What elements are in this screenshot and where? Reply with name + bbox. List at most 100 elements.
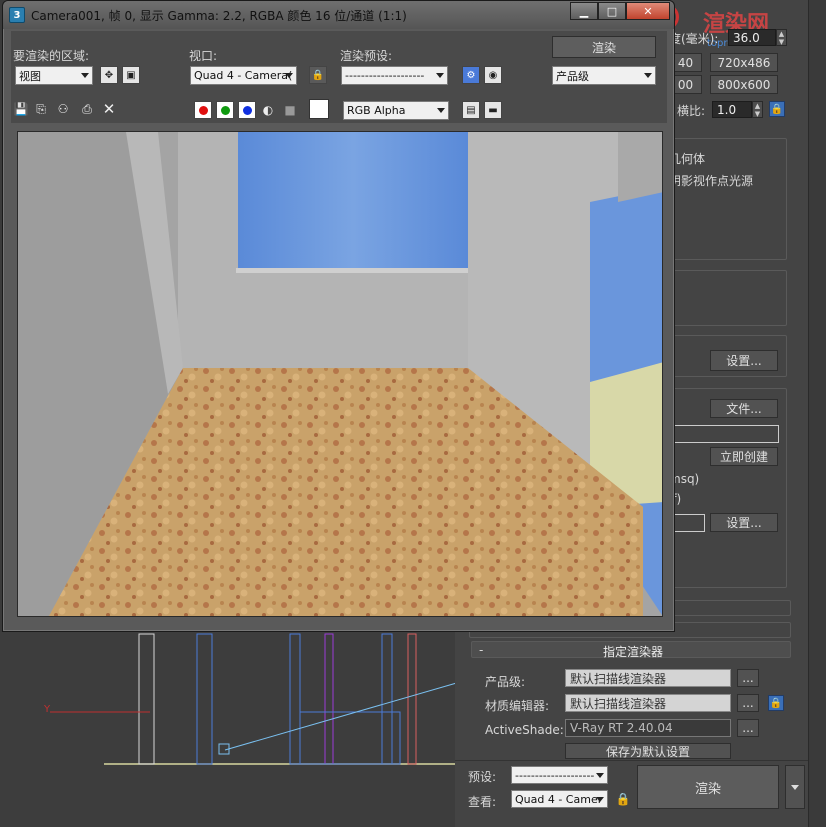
- maximize-button[interactable]: □: [598, 2, 626, 20]
- column-red: [407, 633, 417, 765]
- resolution-preset-button-2[interactable]: 720x486: [710, 53, 778, 72]
- create-now-button[interactable]: 立即创建: [710, 447, 778, 466]
- aspect-lock-icon[interactable]: 🔒: [769, 101, 785, 117]
- viewport-background: Y: [0, 632, 470, 827]
- material-editor-label: 材质编辑器:: [485, 699, 550, 713]
- panel-scrollbar[interactable]: [808, 0, 826, 827]
- production-level-dropdown[interactable]: 产品级: [552, 66, 656, 85]
- room-render: [18, 132, 662, 616]
- assign-renderer-title: 指定渲染器: [603, 645, 664, 659]
- production-renderer-field: 默认扫描线渲染器: [565, 669, 731, 687]
- red-channel-toggle[interactable]: [194, 101, 212, 119]
- render-button-main[interactable]: 渲染: [637, 765, 779, 809]
- setup-button-1[interactable]: 设置...: [710, 350, 778, 371]
- render-button[interactable]: 渲染: [552, 36, 656, 58]
- render-setup-icon[interactable]: ⚙: [462, 66, 480, 84]
- column-right: [381, 633, 393, 765]
- green-channel-icon: [220, 105, 230, 115]
- right-wall-edge: [618, 132, 662, 202]
- setup-button-2[interactable]: 设置...: [710, 513, 778, 532]
- save-image-icon[interactable]: 💾: [13, 101, 29, 117]
- chevron-down-icon: [596, 797, 604, 802]
- toggle-ui-icon[interactable]: ▬: [484, 101, 502, 119]
- 3dsmax-logo-icon: 3: [9, 7, 25, 23]
- material-editor-choose-button[interactable]: ...: [737, 694, 759, 712]
- material-editor-lock-icon[interactable]: 🔒: [768, 695, 784, 711]
- chevron-down-icon: [791, 784, 799, 790]
- activeshade-renderer-field: V-Ray RT 2.40.04: [565, 719, 731, 737]
- column-left: [196, 633, 213, 765]
- view-label: 查看:: [468, 795, 497, 809]
- option-shadows-point-light[interactable]: 阴影视作点光源: [669, 172, 753, 189]
- render-options-dropdown[interactable]: [785, 765, 805, 809]
- output-group: [669, 388, 787, 588]
- format-field[interactable]: [671, 514, 705, 532]
- aspect-label: 横比:: [677, 104, 706, 118]
- environment-icon[interactable]: ◉: [484, 66, 502, 84]
- window-titlebar[interactable]: 3 Camera001, 帧 0, 显示 Gamma: 2.2, RGBA 颜色…: [3, 1, 674, 29]
- minimize-button[interactable]: ▁: [570, 2, 598, 20]
- viewport-wireframe: Y: [43, 633, 470, 765]
- area-to-render-label: 要渲染的区域:: [13, 49, 90, 63]
- aspect-input[interactable]: 1.0: [712, 101, 752, 118]
- rendered-image: [17, 131, 663, 617]
- monochrome-icon[interactable]: ■: [282, 102, 298, 118]
- print-image-icon[interactable]: ⎙: [79, 101, 95, 117]
- preset-dropdown-value: --------------------: [515, 768, 595, 782]
- alpha-channel-icon[interactable]: ◐: [260, 102, 276, 118]
- production-renderer-choose-button[interactable]: ...: [737, 669, 759, 687]
- production-renderer-label: 产品级:: [485, 675, 526, 689]
- area-to-render-value: 视图: [19, 69, 41, 83]
- view-lock-icon[interactable]: 🔒: [615, 791, 631, 807]
- red-channel-icon: [198, 105, 208, 115]
- toggle-ui-overlay-icon[interactable]: ▤: [462, 101, 480, 119]
- clear-image-icon[interactable]: ✕: [101, 100, 117, 118]
- viewport-lock-icon[interactable]: 🔒: [309, 66, 327, 84]
- group-box-2: [669, 270, 787, 326]
- viewport-value: Quad 4 - Camera(: [194, 69, 293, 82]
- channel-value: RGB Alpha: [347, 104, 406, 117]
- aperture-label: 度(毫米):: [669, 32, 719, 46]
- axis-y-label: Y: [43, 704, 51, 715]
- close-button[interactable]: ✕: [626, 2, 670, 20]
- preset-dropdown[interactable]: --------------------: [511, 766, 608, 784]
- rendered-frame-window: 3 Camera001, 帧 0, 显示 Gamma: 2.2, RGBA 颜色…: [2, 0, 675, 632]
- chevron-down-icon: [81, 73, 89, 78]
- save-as-default-button[interactable]: 保存为默认设置: [565, 743, 731, 759]
- render-preset-value: --------------------: [345, 69, 425, 82]
- wall-outline: [138, 633, 155, 765]
- view-dropdown[interactable]: Quad 4 - Camer: [511, 790, 608, 808]
- render-preset-dropdown[interactable]: --------------------: [341, 66, 448, 85]
- window-title: Camera001, 帧 0, 显示 Gamma: 2.2, RGBA 颜色 1…: [31, 9, 407, 23]
- chevron-down-icon: [596, 773, 604, 778]
- chevron-down-icon: [436, 73, 444, 78]
- viewport-label: 视口:: [189, 49, 218, 63]
- aperture-spinner[interactable]: ▲ ▼: [776, 29, 787, 46]
- color-swatch[interactable]: [309, 99, 329, 119]
- channel-dropdown[interactable]: RGB Alpha: [343, 101, 449, 120]
- output-path-field[interactable]: [673, 425, 779, 443]
- window-frame: [299, 711, 401, 765]
- green-channel-toggle[interactable]: [216, 101, 234, 119]
- clone-window-icon[interactable]: ⚇: [55, 101, 71, 117]
- activeshade-label: ActiveShade:: [485, 723, 564, 737]
- viewport-dropdown[interactable]: Quad 4 - Camera(: [190, 66, 297, 85]
- chevron-down-icon: [285, 73, 293, 78]
- column-mid: [289, 633, 301, 765]
- preset-label: 预设:: [468, 770, 497, 784]
- aspect-spinner[interactable]: ▲ ▼: [752, 101, 763, 118]
- production-level-value: 产品级: [556, 69, 589, 83]
- area-to-render-dropdown[interactable]: 视图: [15, 66, 93, 85]
- activeshade-choose-button[interactable]: ...: [737, 719, 759, 737]
- collapse-marker: -: [479, 643, 484, 657]
- files-button[interactable]: 文件...: [710, 399, 778, 418]
- edit-region-icon[interactable]: ✥: [100, 66, 118, 84]
- copy-image-icon[interactable]: ⎘: [33, 101, 49, 117]
- resolution-preset-button-4[interactable]: 800x600: [710, 75, 778, 94]
- auto-region-icon[interactable]: ▣: [122, 66, 140, 84]
- render-preset-label: 渲染预设:: [340, 49, 393, 63]
- frame-toolbar: 要渲染的区域: 视图 ✥ ▣ 视口: Quad 4 - Camera( 🔒 渲染…: [11, 31, 667, 123]
- blue-channel-toggle[interactable]: [238, 101, 256, 119]
- blue-channel-icon: [242, 105, 252, 115]
- aperture-input[interactable]: 36.0: [728, 29, 776, 46]
